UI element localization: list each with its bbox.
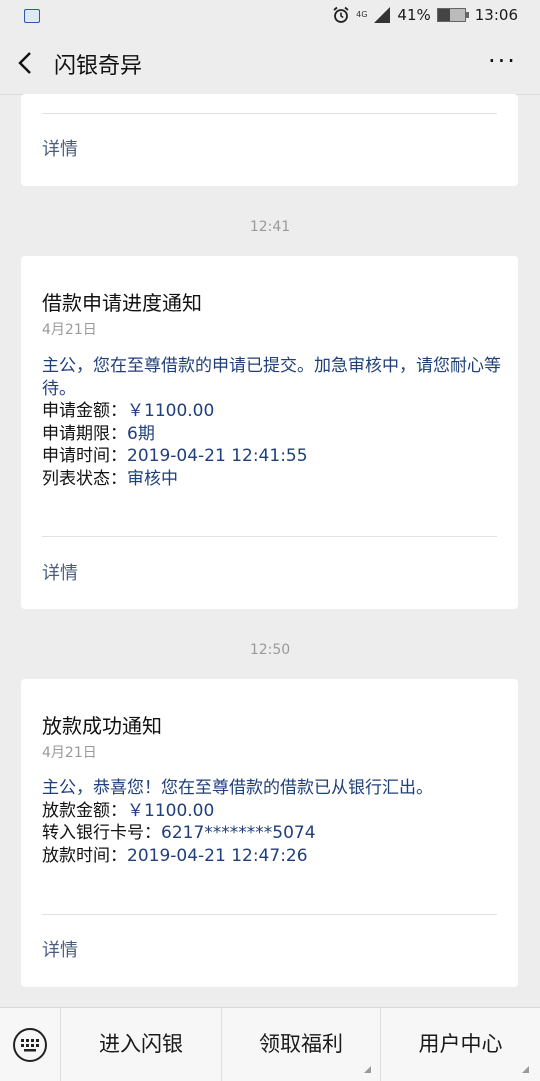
detail-link[interactable]: 详情 [42,559,78,585]
field-label: 申请时间： [42,446,127,466]
field-label: 转入银行卡号： [42,823,161,843]
back-arrow-icon[interactable] [14,50,38,76]
alarm-icon [333,6,349,23]
greeting-text: 主公，恭喜您！您在至尊借款的借款已从银行汇出。 [42,778,433,798]
menu-user-center[interactable]: 用户中心 [381,1008,540,1081]
loan-application-card[interactable]: 借款申请进度通知 4月21日 主公，您在至尊借款的申请已提交。加急审核中，请您耐… [21,256,518,609]
battery-icon [436,8,469,22]
bottom-menu: 进入闪银 领取福利 用户中心 [0,1007,540,1081]
info-row: 申请时间：2019-04-21 12:41:55 [42,445,502,468]
field-value: 审核中 [127,468,178,489]
signal-icon [374,7,391,23]
info-row: 申请期限：6期 [42,423,502,446]
field-label: 放款时间： [42,845,127,866]
submenu-indicator-icon [364,1066,371,1073]
more-options-icon[interactable]: ··· [488,49,518,74]
menu-claim-benefits[interactable]: 领取福利 [222,1008,380,1081]
info-row: 放款时间：2019-04-21 12:47:26 [42,845,502,868]
menu-enter-shanyin[interactable]: 进入闪银 [61,1008,221,1081]
field-value: 2019-04-21 12:47:26 [127,845,308,866]
divider [42,536,497,537]
field-label: 申请期限： [42,423,127,444]
loan-disbursed-card[interactable]: 放款成功通知 4月21日 主公，恭喜您！您在至尊借款的借款已从银行汇出。 放款金… [21,679,518,987]
card-title: 放款成功通知 [42,714,162,738]
info-row: 转入银行卡号：6217********5074 [42,822,502,845]
keyboard-icon[interactable] [12,1027,48,1063]
network-type-icon: 4G [356,10,368,19]
card-date: 4月21日 [42,322,97,338]
divider [42,914,497,915]
card-body: 主公，您在至尊借款的申请已提交。加急审核中，请您耐心等待。 申请金额：￥1100… [42,355,502,490]
greeting-text: 主公，您在至尊借款的申请已提交。加急审核中，请您耐心等待。 [42,356,501,399]
clock: 13:06 [474,6,518,24]
message-card: 详情 [21,94,518,186]
app-notification-icon [24,9,40,23]
card-body: 主公，恭喜您！您在至尊借款的借款已从银行汇出。 放款金额：￥1100.00 转入… [42,777,502,867]
info-row: 申请金额：￥1100.00 [42,400,502,423]
field-value: 6217********5074 [161,823,316,843]
status-icons: 4G 41% 13:06 [332,6,518,24]
card-date: 4月21日 [42,745,97,761]
status-bar: 4G 41% 13:06 [0,0,540,32]
divider [42,113,497,114]
info-row: 放款金额：￥1100.00 [42,800,502,823]
info-row: 列表状态：审核中 [42,468,502,491]
field-label: 列表状态： [42,468,127,489]
field-label: 申请金额： [42,401,127,421]
title-bar: 闪银奇异 ··· [0,32,540,95]
field-label: 放款金额： [42,800,127,821]
field-value: 2019-04-21 12:41:55 [127,446,308,466]
field-value: 6期 [127,423,155,444]
message-timestamp: 12:41 [249,219,291,235]
detail-link[interactable]: 详情 [42,135,78,161]
detail-link[interactable]: 详情 [42,936,78,962]
message-timestamp: 12:50 [249,642,291,658]
submenu-indicator-icon [522,1066,529,1073]
field-value: ￥1100.00 [127,401,215,421]
card-title: 借款申请进度通知 [42,291,202,315]
page-title: 闪银奇异 [54,54,143,79]
field-value: ￥1100.00 [127,800,215,821]
battery-percent: 41% [397,6,431,24]
